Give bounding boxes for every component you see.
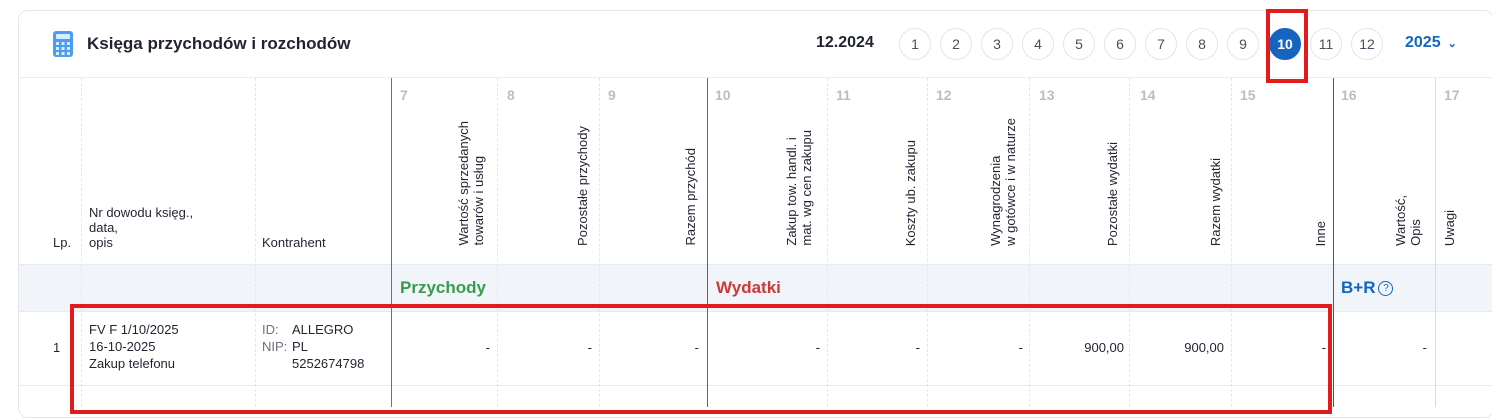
row-c10: - <box>815 340 820 355</box>
row-c8: - <box>587 340 592 355</box>
col-8-number: 8 <box>507 87 515 103</box>
month-button-6[interactable]: 6 <box>1104 28 1136 60</box>
row-contractor: ID: ALLEGRO NIP: PL 5252674798 <box>262 321 364 372</box>
month-button-2[interactable]: 2 <box>940 28 972 60</box>
col-11-number: 11 <box>836 87 851 103</box>
col-doc-header: Nr dowodu księg., data, opis <box>89 205 193 250</box>
row-doc-number: FV F 1/10/2025 <box>89 322 179 337</box>
month-button-9[interactable]: 9 <box>1227 28 1259 60</box>
col-12-number: 12 <box>936 87 952 103</box>
month-button-10[interactable]: 10 <box>1269 28 1301 60</box>
row-c15: - <box>1321 340 1326 355</box>
br-divider <box>1333 78 1334 407</box>
expenses-section-label: Wydatki <box>716 278 781 297</box>
month-button-5[interactable]: 5 <box>1063 28 1095 60</box>
month-button-8[interactable]: 8 <box>1186 28 1218 60</box>
col-divider <box>1435 78 1436 407</box>
col-divider <box>599 78 600 407</box>
col-divider <box>1129 78 1130 407</box>
row-description: Zakup telefonu <box>89 356 176 371</box>
row-lp: 1 <box>53 340 61 355</box>
col-doc-header-line2: data, <box>89 220 118 235</box>
table-row[interactable]: 1 FV F 1/10/2025 16-10-2025 Zakup telefo… <box>19 311 1492 386</box>
col-16-header: Wartość, Opis <box>1393 195 1423 246</box>
row-c7: - <box>485 340 490 355</box>
col-17-header: Uwagi <box>1442 209 1457 246</box>
br-label-text: B+R <box>1341 278 1376 297</box>
col-12-header: Wynagrodzenia w gotówce i w naturze <box>988 118 1018 246</box>
row-c11: - <box>915 340 920 355</box>
col-15-number: 15 <box>1240 87 1256 103</box>
column-header-row: Lp. Nr dowodu księg., data, opis Kontrah… <box>19 78 1492 264</box>
row-c12: - <box>1018 340 1023 355</box>
row-c16: - <box>1422 340 1427 355</box>
row-nip-number: 5252674798 <box>292 356 365 371</box>
col-contractor-header: Kontrahent <box>262 235 326 250</box>
col-divider <box>1231 78 1232 407</box>
help-icon[interactable]: ? <box>1378 281 1394 297</box>
row-date: 16-10-2025 <box>89 339 156 354</box>
col-11-header: Koszty ub. zakupu <box>903 139 918 246</box>
row-nip-label: NIP: <box>262 339 288 354</box>
chevron-down-icon: ⌄ <box>1447 38 1457 50</box>
row-id-label: ID: <box>262 322 279 337</box>
col-10-number: 10 <box>715 87 731 103</box>
section-row: Przychody Wydatki B+R? <box>19 264 1492 312</box>
col-doc-header-line1: Nr dowodu księg., <box>89 205 194 220</box>
col-17-number: 17 <box>1444 87 1460 103</box>
row-c9: - <box>694 340 699 355</box>
year-select[interactable]: 2025 ⌄ <box>1405 34 1457 52</box>
row-document: FV F 1/10/2025 16-10-2025 Zakup telefonu <box>89 321 179 372</box>
month-button-7[interactable]: 7 <box>1145 28 1177 60</box>
col-divider <box>255 78 256 407</box>
col-16-number: 16 <box>1341 87 1357 103</box>
month-button-3[interactable]: 3 <box>981 28 1013 60</box>
col-9-number: 9 <box>608 87 616 103</box>
col-divider <box>497 78 498 407</box>
col-divider <box>827 78 828 407</box>
ledger-card: Księga przychodów i rozchodów 12.2024 1 … <box>18 10 1492 418</box>
row-c14: 900,00 <box>1184 340 1224 355</box>
col-8-header: Pozostałe przychody <box>575 126 590 246</box>
month-button-11[interactable]: 11 <box>1310 28 1342 60</box>
col-7-number: 7 <box>400 87 408 103</box>
col-14-header: Razem wydatki <box>1208 157 1223 246</box>
col-divider <box>927 78 928 407</box>
row-c13: 900,00 <box>1084 340 1124 355</box>
br-section-label: B+R? <box>1341 278 1394 298</box>
income-section-label: Przychody <box>400 278 486 297</box>
col-divider <box>81 78 82 407</box>
income-divider <box>391 78 392 407</box>
col-divider <box>1029 78 1030 407</box>
col-lp-header: Lp. <box>53 235 72 250</box>
month-button-1[interactable]: 1 <box>899 28 931 60</box>
period-label: 12.2024 <box>816 34 874 51</box>
row-nip-prefix: PL <box>292 339 308 354</box>
ledger-header: Księga przychodów i rozchodów 12.2024 1 … <box>19 11 1492 78</box>
col-13-header: Pozostałe wydatki <box>1105 141 1120 246</box>
col-7-header: Wartość sprzedanych towarów i usług <box>456 121 486 246</box>
calculator-icon <box>53 31 73 57</box>
row-id-value: ALLEGRO <box>292 322 354 337</box>
col-15-header: Inne <box>1313 220 1328 246</box>
col-13-number: 13 <box>1039 87 1055 103</box>
col-14-number: 14 <box>1140 87 1156 103</box>
col-10-header: Zakup tow. handl. i mat. wg cen zakupu <box>784 130 814 246</box>
col-9-header: Razem przychód <box>683 148 698 246</box>
expenses-divider <box>707 78 708 407</box>
year-value: 2025 <box>1405 34 1441 51</box>
col-doc-header-line3: opis <box>89 235 113 250</box>
page-title: Księga przychodów i rozchodów <box>87 34 351 53</box>
month-button-12[interactable]: 12 <box>1351 28 1383 60</box>
month-button-4[interactable]: 4 <box>1022 28 1054 60</box>
